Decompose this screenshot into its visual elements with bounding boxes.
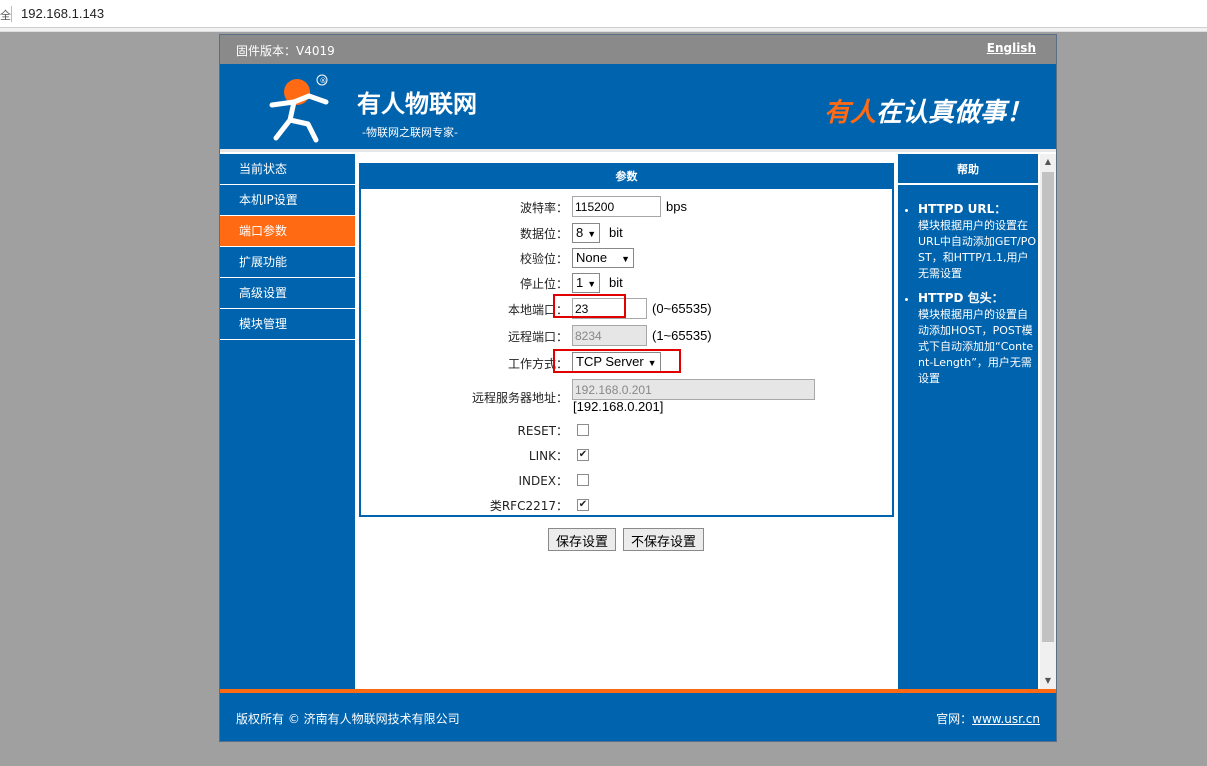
language-link-english[interactable]: English [987, 41, 1036, 55]
chevron-down-icon: ▼ [587, 279, 597, 289]
top-bar: 固件版本：V4019 English [220, 35, 1056, 64]
baud-input[interactable] [572, 196, 661, 217]
sidebar-nav: 当前状态 本机IP设置 端口参数 扩展功能 高级设置 模块管理 [220, 154, 355, 689]
brand-tagline: -物联网之联网专家- [362, 126, 458, 139]
row-databits: 数据位： 8 ▼ bit [361, 221, 892, 245]
row-parity: 校验位： None ▼ [361, 246, 892, 270]
save-settings-button[interactable]: 保存设置 [548, 528, 617, 551]
browser-address-bar[interactable]: 全 192.168.1.143 [0, 0, 1207, 32]
vertical-scrollbar[interactable]: ▲ ▼ [1040, 154, 1056, 689]
stopbits-select[interactable]: 1 ▼ [572, 273, 601, 293]
security-indicator-icon[interactable]: 全 [0, 7, 11, 23]
highlight-local-port [553, 294, 626, 318]
row-index: INDEX： [361, 468, 892, 492]
registered-mark: ® [320, 77, 327, 85]
scroll-up-icon[interactable]: ▲ [1040, 154, 1056, 170]
remote-port-range: (1~65535) [652, 328, 712, 343]
sidebar-item-port-params[interactable]: 端口参数 [220, 216, 355, 247]
parity-value: None [576, 250, 608, 265]
params-title: 参数 [361, 165, 892, 189]
parity-select[interactable]: None ▼ [572, 248, 634, 268]
link-checkbox[interactable]: ✔ [577, 449, 589, 461]
copyright-text: 版权所有 © 济南有人物联网技术有限公司 [236, 712, 460, 726]
usr-logo-icon: ® [269, 74, 329, 143]
rfc2217-label: 类RFC2217： [489, 499, 568, 513]
remote-port-label: 远程端口： [507, 330, 568, 344]
parity-label: 校验位： [519, 252, 568, 266]
remote-server-input[interactable] [572, 379, 815, 400]
help-item: HTTPD 包头： 模块根据用户的设置自动添加HOST，POST模式下自动添加加“… [918, 290, 1038, 387]
official-site: 官网：www.usr.cn [936, 710, 1040, 727]
help-item-heading: HTTPD URL： [918, 202, 1007, 216]
databits-unit: bit [609, 225, 623, 240]
sidebar-item-extensions[interactable]: 扩展功能 [220, 247, 355, 278]
help-panel: 帮助 HTTPD URL： 模块根据用户的设置在URL中自动添加GET/POST，… [898, 154, 1038, 689]
highlight-work-mode [553, 349, 681, 373]
brand-name: 有人物联网 [357, 90, 477, 118]
browser-strip [0, 28, 1207, 32]
row-local-port: 本地端口： (0~65535) [361, 297, 892, 321]
config-frame: 固件版本：V4019 English ® 有人物联网 -物联网之联网专家- 有人… [219, 34, 1057, 742]
row-reset: RESET： [361, 418, 892, 442]
params-panel: 参数 波特率： bps 数据位： 8▼ bit 校验位： None▼ 停止位： … [359, 163, 894, 517]
stopbits-label: 停止位： [519, 277, 568, 291]
baud-unit: bps [666, 199, 687, 214]
sidebar-item-module-management[interactable]: 模块管理 [220, 309, 355, 340]
slogan-orange: 有人 [823, 98, 876, 128]
index-label: INDEX： [518, 474, 568, 488]
stopbits-value: 1 [576, 275, 584, 290]
remote-server-echo: [192.168.0.201] [573, 399, 664, 414]
databits-select[interactable]: 8 ▼ [572, 223, 601, 243]
discard-settings-button[interactable]: 不保存设置 [623, 528, 705, 551]
row-rfc2217: 类RFC2217： ✔ [361, 493, 892, 517]
link-label: LINK： [528, 449, 568, 463]
local-port-range: (0~65535) [652, 301, 712, 316]
index-checkbox[interactable] [577, 474, 589, 486]
chevron-down-icon: ▼ [621, 254, 630, 264]
help-item-heading: HTTPD 包头： [918, 291, 1004, 305]
databits-value: 8 [576, 225, 584, 240]
slogan: 有人在认真做事！ [824, 92, 1032, 129]
row-remote-server: 远程服务器地址： [192.168.0.201] [361, 377, 892, 417]
scrollbar-thumb[interactable] [1042, 172, 1054, 642]
stopbits-unit: bit [609, 275, 623, 290]
firmware-version: 固件版本：V4019 [236, 44, 335, 58]
sidebar-item-ip-settings[interactable]: 本机IP设置 [220, 185, 355, 216]
scroll-down-icon[interactable]: ▼ [1040, 673, 1056, 689]
databits-label: 数据位： [519, 227, 568, 241]
row-link: LINK： ✔ [361, 443, 892, 467]
sidebar-item-advanced[interactable]: 高级设置 [220, 278, 355, 309]
chevron-down-icon: ▼ [587, 229, 597, 239]
help-item: HTTPD URL： 模块根据用户的设置在URL中自动添加GET/POST，和HT… [918, 201, 1038, 282]
row-stopbits: 停止位： 1 ▼ bit [361, 271, 892, 295]
official-site-link[interactable]: www.usr.cn [972, 712, 1040, 726]
slogan-white: 在认真做事！ [875, 98, 1032, 128]
reset-label: RESET： [517, 424, 568, 438]
address-separator [11, 6, 12, 22]
sidebar-item-status[interactable]: 当前状态 [220, 154, 355, 185]
row-remote-port: 远程端口： (1~65535) [361, 324, 892, 348]
remote-port-input[interactable] [572, 325, 647, 346]
help-title: 帮助 [898, 154, 1038, 185]
rfc2217-checkbox[interactable]: ✔ [577, 499, 589, 511]
footer: 版权所有 © 济南有人物联网技术有限公司 官网：www.usr.cn [220, 689, 1056, 741]
reset-checkbox[interactable] [577, 424, 589, 436]
row-baud: 波特率： bps [361, 195, 892, 219]
baud-label: 波特率： [519, 201, 568, 215]
header-banner: ® 有人物联网 -物联网之联网专家- 有人在认真做事！ [220, 64, 1056, 152]
help-item-text: 模块根据用户的设置自动添加HOST，POST模式下自动添加加“Content-L… [918, 308, 1034, 385]
help-item-text: 模块根据用户的设置在URL中自动添加GET/POST，和HTTP/1.1,用户无… [918, 219, 1037, 280]
remote-server-label: 远程服务器地址： [471, 391, 568, 405]
address-url[interactable]: 192.168.1.143 [21, 6, 104, 21]
help-list: HTTPD URL： 模块根据用户的设置在URL中自动添加GET/POST，和HT… [898, 201, 1038, 387]
official-site-label: 官网： [936, 712, 973, 726]
